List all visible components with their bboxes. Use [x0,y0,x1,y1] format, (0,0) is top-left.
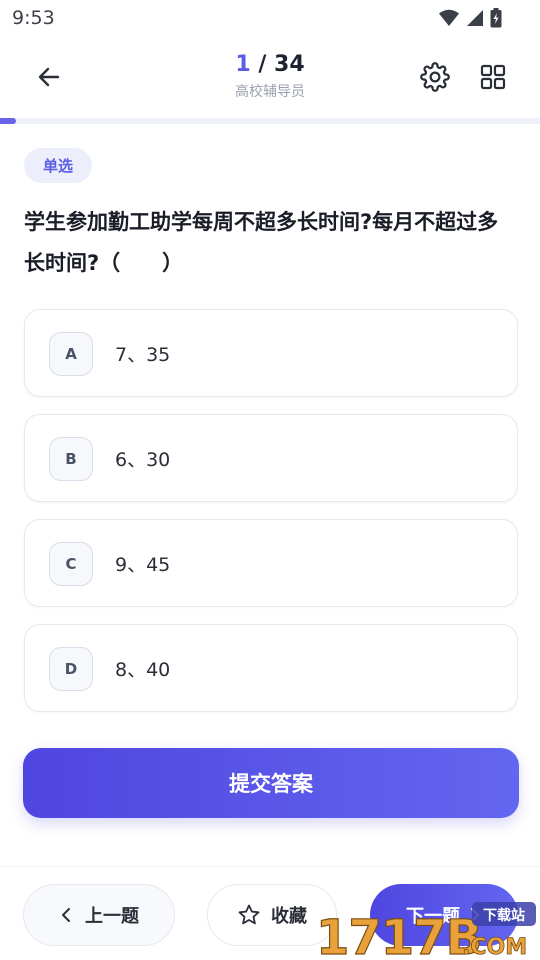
battery-charging-icon [490,8,502,28]
status-icons [438,8,502,28]
option-d[interactable]: D 8、40 [24,624,518,712]
question-counter: 1 / 34 [170,52,370,77]
option-a[interactable]: A 7、35 [24,309,518,397]
settings-button[interactable] [416,58,454,96]
option-letter: B [49,437,93,481]
previous-question-label: 上一题 [85,906,139,927]
chevron-left-icon [62,908,70,922]
next-question-button[interactable]: 下一题 [370,884,518,946]
favorite-label: 收藏 [271,906,307,927]
option-b[interactable]: B 6、30 [24,414,518,502]
option-c[interactable]: C 9、45 [24,519,518,607]
exam-category: 高校辅导员 [235,84,305,100]
gear-icon [420,62,450,92]
option-text: 7、35 [115,344,171,366]
question-type-badge: 单选 [24,148,92,183]
submit-answer-button[interactable]: 提交答案 [23,748,519,818]
chevron-right-icon [471,908,479,922]
option-text: 8、40 [115,659,171,681]
progress-bar-fill [0,118,16,124]
arrow-left-icon [38,67,60,87]
grid-icon [480,64,506,90]
total-questions: 34 [274,52,305,77]
counter-separator: / [250,52,275,77]
footer-divider [0,866,540,867]
option-text: 9、45 [115,554,171,576]
star-icon [238,904,260,925]
option-letter: D [49,647,93,691]
option-letter: C [49,542,93,586]
question-text: 学生参加勤工助学每周不超多长时间?每月不超过多长时间?（ ） [24,210,499,275]
app-header: 1 / 34 高校辅导员 [0,36,540,118]
status-bar: 9:53 [0,0,540,36]
option-text: 6、30 [115,449,171,471]
next-question-label: 下一题 [406,906,460,927]
question-grid-button[interactable] [474,58,512,96]
wifi-icon [439,9,459,26]
previous-question-button[interactable]: 上一题 [23,884,175,946]
progress-bar [0,118,540,124]
back-button[interactable] [30,58,68,96]
status-time: 9:53 [12,7,55,29]
signal-icon [467,10,483,26]
option-letter: A [49,332,93,376]
favorite-button[interactable]: 收藏 [207,884,337,946]
current-question-number: 1 [235,52,251,77]
